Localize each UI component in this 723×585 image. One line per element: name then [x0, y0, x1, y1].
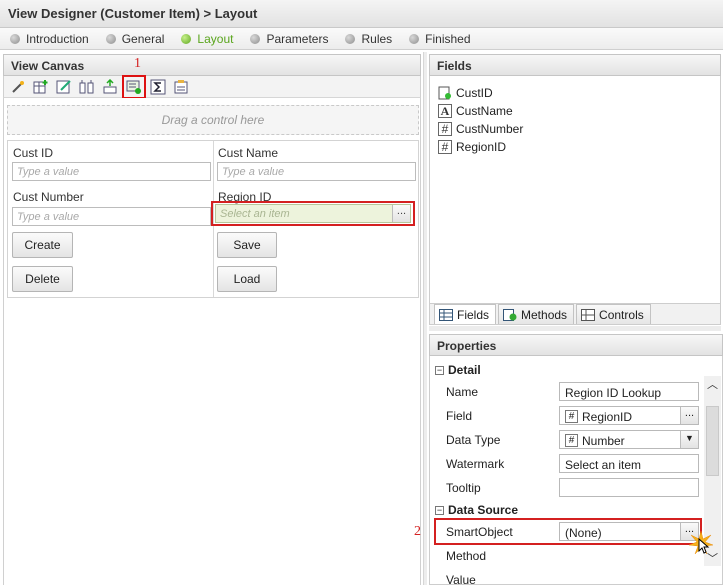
collapse-icon: − [435, 504, 444, 515]
controls-icon [581, 308, 596, 321]
sum-icon[interactable] [149, 78, 167, 96]
property-label-name: Name [446, 385, 479, 399]
fields-tabs: Fields Methods Controls [429, 304, 721, 325]
field-browse-button[interactable]: ... [680, 407, 698, 424]
annotation-number: 2 [414, 524, 421, 539]
data-source-section-header[interactable]: − Data Source [435, 503, 518, 517]
wizard-steps: Introduction General Layout Parameters R… [0, 28, 723, 50]
region-id-highlight: Select an item ... [211, 201, 415, 226]
lookup-browse-button[interactable]: ... [392, 205, 410, 222]
data-type-select[interactable]: # Number ▼ [559, 430, 699, 449]
field-item-regionid[interactable]: # RegionID [438, 140, 506, 154]
name-field[interactable]: Region ID Lookup [559, 382, 699, 401]
cust-id-input[interactable]: Type a value [12, 162, 211, 181]
fields-list: CustID A CustName # CustNumber # RegionI… [429, 76, 721, 304]
step-parameters[interactable]: Parameters [250, 32, 328, 46]
text-field-icon: A [438, 104, 452, 118]
view-canvas: Drag a control here Cust ID Type a value… [3, 98, 421, 585]
delete-button[interactable]: Delete [12, 266, 73, 292]
number-field-icon: # [565, 434, 578, 447]
step-layout[interactable]: Layout [181, 32, 233, 46]
panel-splitter[interactable] [423, 52, 427, 585]
load-button[interactable]: Load [217, 266, 277, 292]
drop-zone[interactable]: Drag a control here [7, 105, 419, 135]
property-label-method: Method [446, 549, 487, 563]
properties-icon[interactable] [172, 78, 190, 96]
align-icon[interactable] [101, 78, 119, 96]
create-button[interactable]: Create [12, 232, 73, 258]
methods-icon [503, 308, 517, 321]
columns-icon[interactable] [78, 78, 96, 96]
wand-icon[interactable] [9, 78, 27, 96]
detail-section-header[interactable]: − Detail [435, 363, 481, 377]
cust-id-label: Cust ID [13, 146, 54, 160]
step-status-icon [105, 33, 116, 44]
smartobject-field[interactable]: (None) ... [559, 522, 699, 541]
scrollbar-thumb[interactable] [706, 406, 719, 476]
collapse-icon: − [435, 364, 444, 375]
horizontal-splitter[interactable] [429, 326, 721, 331]
chevron-down-icon[interactable]: ▼ [680, 431, 698, 448]
step-general[interactable]: General [105, 32, 164, 46]
tab-methods[interactable]: Methods [498, 304, 575, 324]
property-label-field: Field [446, 409, 473, 423]
step-rules[interactable]: Rules [345, 32, 392, 46]
lookup-insert-icon[interactable] [122, 74, 146, 99]
step-status-icon [181, 33, 192, 44]
region-id-lookup[interactable]: Select an item ... [215, 204, 411, 223]
edit-icon[interactable] [55, 78, 73, 96]
property-label-value: Value [446, 573, 476, 585]
watermark-field[interactable]: Select an item [559, 454, 699, 473]
fields-header: Fields [429, 54, 721, 76]
chevron-up-icon[interactable]: ︿ [707, 376, 718, 392]
field-item-custnumber[interactable]: # CustNumber [438, 122, 523, 136]
key-field-icon [438, 86, 452, 100]
step-status-icon [345, 33, 356, 44]
cust-name-input[interactable]: Type a value [217, 162, 416, 181]
property-label-data-type: Data Type [446, 433, 501, 447]
step-status-icon [409, 33, 420, 44]
field-item-custid[interactable]: CustID [438, 86, 493, 100]
field-item-custname[interactable]: A CustName [438, 104, 513, 118]
properties-header: Properties [429, 334, 723, 356]
step-finished[interactable]: Finished [409, 32, 471, 46]
click-burst-icon [689, 531, 713, 555]
number-field-icon: # [438, 122, 452, 136]
tooltip-field[interactable] [559, 478, 699, 497]
field-selector[interactable]: # RegionID ... [559, 406, 699, 425]
view-canvas-header: View Canvas [3, 54, 421, 76]
cust-number-label: Cust Number [13, 190, 84, 204]
property-label-watermark: Watermark [446, 457, 505, 471]
grid-icon [439, 308, 453, 321]
annotation-number: 1 [134, 56, 141, 71]
tab-fields[interactable]: Fields [434, 304, 497, 324]
tab-controls[interactable]: Controls [576, 304, 651, 324]
properties-grid: − Detail Name Region ID Lookup Field # Re… [429, 356, 723, 585]
cust-name-label: Cust Name [218, 146, 279, 160]
canvas-toolbar [3, 74, 421, 99]
cust-number-input[interactable]: Type a value [12, 207, 211, 226]
property-label-tooltip: Tooltip [446, 481, 481, 495]
add-table-icon[interactable] [32, 78, 50, 96]
step-status-icon [250, 33, 261, 44]
step-introduction[interactable]: Introduction [10, 32, 89, 46]
number-field-icon: # [565, 410, 578, 423]
number-field-icon: # [438, 140, 452, 154]
step-status-icon [10, 33, 20, 44]
page-title: View Designer (Customer Item) > Layout [0, 0, 723, 28]
save-button[interactable]: Save [217, 232, 277, 258]
property-label-smartobject: SmartObject [446, 525, 513, 539]
